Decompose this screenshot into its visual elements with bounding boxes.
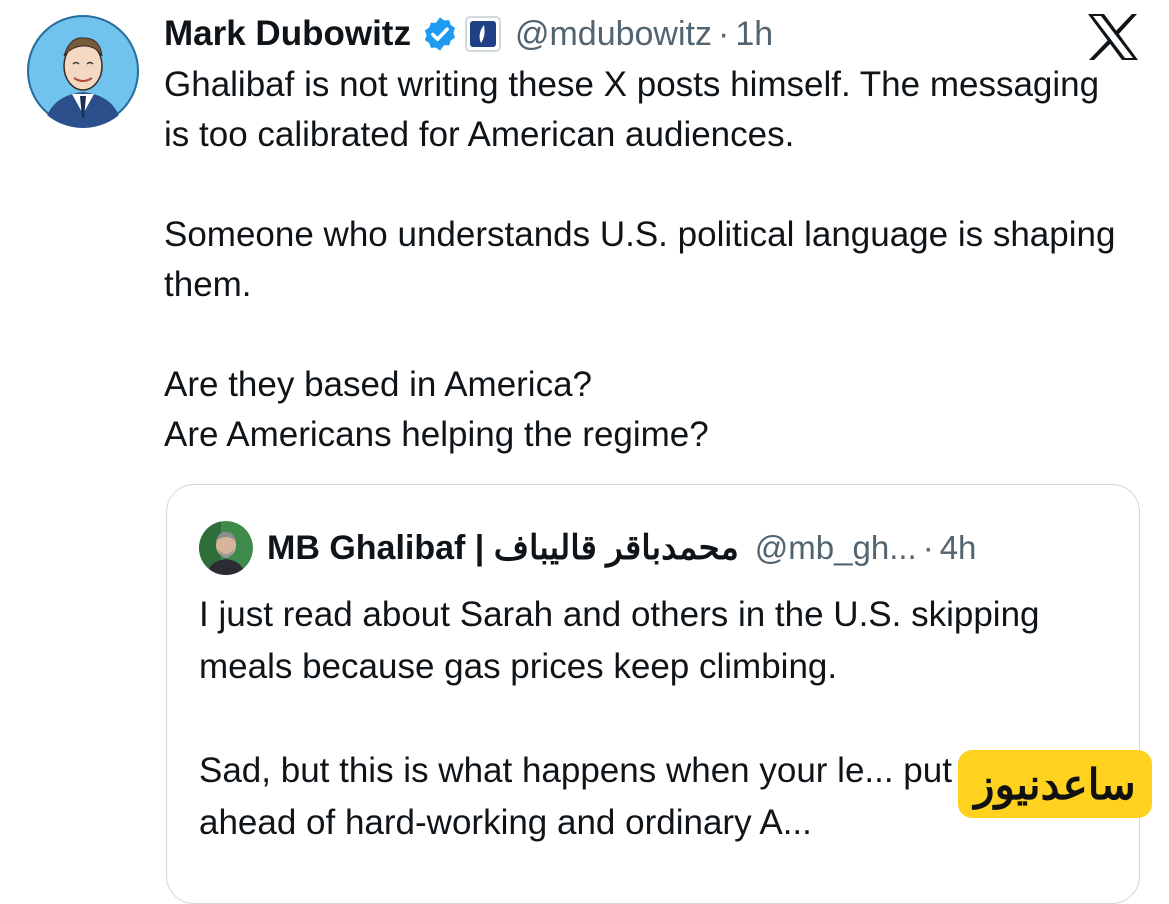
tweet-paragraph: Someone who understands U.S. political l… xyxy=(164,215,1116,304)
quoted-paragraph: I just read about Sarah and others in th… xyxy=(199,595,1040,686)
tweet-body: Ghalibaf is not writing these X posts hi… xyxy=(164,60,1124,460)
quoted-tweet-card[interactable]: MB Ghalibaf | محمدباقر قالیباف @mb_gh...… xyxy=(166,484,1140,904)
quoted-post-timestamp[interactable]: 4h xyxy=(940,529,977,567)
author-avatar[interactable] xyxy=(26,14,140,128)
quoted-author-name[interactable]: MB Ghalibaf | محمدباقر قالیباف xyxy=(267,528,739,568)
tweet-paragraph: Are they based in America? Are Americans… xyxy=(164,365,709,454)
quoted-header-separator: · xyxy=(922,529,934,566)
affiliation-badge-icon[interactable] xyxy=(464,16,501,52)
author-handle[interactable]: @mdubowitz xyxy=(515,15,712,54)
quoted-tweet-header: MB Ghalibaf | محمدباقر قالیباف @mb_gh...… xyxy=(199,521,976,575)
author-name[interactable]: Mark Dubowitz xyxy=(164,14,411,54)
tweet-paragraph: Ghalibaf is not writing these X posts hi… xyxy=(164,65,1100,154)
quoted-author-avatar[interactable] xyxy=(199,521,253,575)
post-timestamp[interactable]: 1h xyxy=(735,15,773,54)
verified-badge-icon xyxy=(421,15,459,53)
header-separator: · xyxy=(717,14,730,53)
x-logo-icon[interactable] xyxy=(1086,12,1140,62)
quoted-author-handle[interactable]: @mb_gh... xyxy=(755,529,917,567)
tweet-header: Mark Dubowitz @mdubowitz · 1h xyxy=(164,12,773,56)
watermark-logo: ساعدنیوز xyxy=(958,750,1152,818)
